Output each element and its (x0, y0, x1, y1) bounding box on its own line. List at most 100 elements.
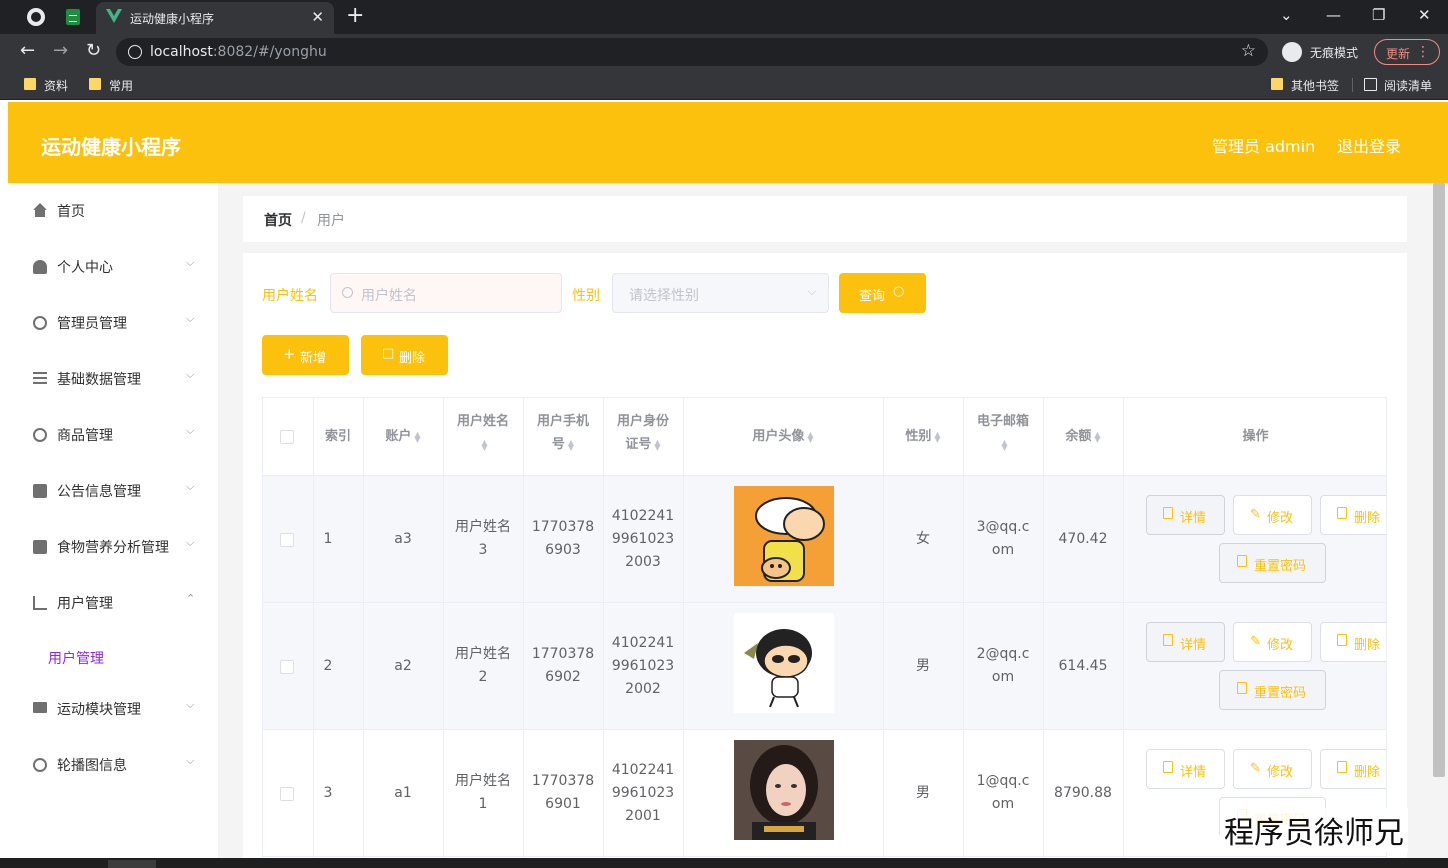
col-index: 索引 (324, 429, 351, 444)
back-icon[interactable]: ← (20, 40, 35, 61)
sidebar-item-personal[interactable]: 个人中心 ⌵ (8, 239, 218, 295)
window-close-icon[interactable]: ✕ (1418, 6, 1431, 24)
sidebar-item-users[interactable]: 用户管理 ⌃ (8, 575, 218, 631)
cell-name: 用户姓名 1 (455, 773, 511, 812)
minimize-icon[interactable]: — (1326, 6, 1341, 24)
col-account[interactable]: 账户 ▲ ▼ (363, 425, 443, 448)
circle-icon (33, 316, 47, 330)
pencil-icon: ✎ (1250, 634, 1261, 649)
select-all-checkbox[interactable] (280, 430, 294, 444)
row-checkbox[interactable] (280, 533, 294, 547)
column-divider (443, 398, 444, 868)
bookmarks-bar: 资料 常用 其他书签 阅读清单 (0, 70, 1448, 100)
incognito-icon[interactable] (1282, 42, 1302, 62)
cell-email: 2@qq.c om (976, 646, 1030, 685)
pencil-icon: ✎ (1250, 507, 1261, 522)
table-row: 2 a2 用户姓名 2 1770378 6902 4102241 9961023 200… (263, 603, 1386, 730)
url-input[interactable]: localhost:8082/#/yonghu ☆ (116, 38, 1268, 66)
tab-title: 运动健康小程序 (130, 12, 215, 26)
sidebar-item-home[interactable]: 首页 (8, 183, 218, 239)
reset-password-button[interactable]: 重置密码 (1219, 543, 1326, 583)
detail-button[interactable]: 详情 (1146, 622, 1225, 662)
clipboard-icon (33, 484, 47, 498)
sidebar-item-sports[interactable]: 运动模块管理 ⌵ (8, 681, 218, 737)
name-search-input[interactable]: 用户姓名 (330, 273, 562, 313)
users-table: 索引 账户 ▲ ▼ 用户姓名 ▲ ▼ 用户手机号 ▲ ▼ 用户身份 证号 ▲ ▼ 用户头像 ▲ ▼ 性… (262, 397, 1387, 868)
col-idcard[interactable]: 用户身份 证号 ▲ ▼ (603, 410, 683, 456)
col-name[interactable]: 用户姓名 ▲ ▼ (443, 410, 523, 456)
logout-link[interactable]: 退出登录 (1337, 133, 1401, 157)
forward-icon[interactable]: → (53, 40, 68, 61)
update-button[interactable]: 更新 (1374, 39, 1440, 65)
detail-button[interactable]: 详情 (1146, 495, 1225, 535)
page-scrollbar[interactable] (1433, 183, 1445, 777)
table-header-row: 索引 账户 ▲ ▼ 用户姓名 ▲ ▼ 用户手机号 ▲ ▼ 用户身份 证号 ▲ ▼ 用户头像 ▲ ▼ 性… (263, 398, 1386, 476)
delete-button[interactable]: □ 删除 (361, 335, 448, 375)
gender-filter-label: 性别 (572, 288, 600, 304)
row-delete-button[interactable]: 删除 (1320, 495, 1386, 535)
sidebar-item-basedata[interactable]: 基础数据管理 ⌵ (8, 351, 218, 407)
col-avatar[interactable]: 用户头像 ▲ ▼ (683, 425, 883, 448)
column-divider (1043, 398, 1044, 868)
reading-list[interactable]: 阅读清单 (1364, 77, 1432, 94)
column-divider (683, 398, 684, 868)
tab-close-icon[interactable]: ✕ (311, 8, 324, 26)
row-checkbox[interactable] (280, 787, 294, 801)
sidebar-subitem-users[interactable]: 用户管理 (48, 648, 104, 668)
reset-password-button[interactable]: 重置密码 (1219, 670, 1326, 710)
sort-icon: ▲ ▼ (1094, 429, 1101, 444)
cell-account: a2 (394, 658, 412, 674)
bookmark-folder[interactable]: 资料 (24, 77, 68, 94)
row-checkbox[interactable] (280, 660, 294, 674)
info-icon[interactable] (128, 45, 142, 59)
add-button[interactable]: + 新增 (262, 335, 349, 375)
bookmark-folder[interactable]: 常用 (89, 77, 133, 94)
col-balance[interactable]: 余额 ▲ ▼ (1043, 425, 1123, 448)
detail-button[interactable]: 详情 (1146, 749, 1225, 789)
sort-icon: ▲ ▼ (414, 429, 421, 444)
row-delete-button[interactable]: 删除 (1320, 622, 1386, 662)
sheets-tab-icon[interactable] (66, 9, 80, 25)
breadcrumb-home[interactable]: 首页 (264, 210, 292, 230)
cell-email: 1@qq.c om (976, 773, 1030, 812)
cell-gender: 女 (916, 531, 930, 547)
column-divider (363, 398, 364, 868)
other-bookmarks[interactable]: 其他书签 (1271, 77, 1339, 94)
cell-account: a1 (394, 785, 412, 801)
bookmark-star-icon[interactable]: ☆ (1241, 41, 1256, 61)
col-email[interactable]: 电子邮箱 ▲ ▼ (963, 410, 1043, 456)
sidebar-item-label: 用户管理 (57, 596, 113, 612)
tab-search-chevron-icon[interactable]: ⌄ (1280, 6, 1293, 24)
cell-index: 2 (323, 658, 333, 674)
edit-button[interactable]: ✎ 修改 (1233, 495, 1312, 535)
col-phone[interactable]: 用户手机号 ▲ ▼ (523, 410, 603, 456)
chart-icon (33, 596, 47, 610)
cell-balance: 8790.88 (1054, 785, 1112, 801)
sidebar-item-nutrition[interactable]: 食物营养分析管理 ⌵ (8, 519, 218, 575)
active-tab[interactable]: 运动健康小程序 ✕ (96, 2, 334, 34)
sidebar-item-notices[interactable]: 公告信息管理 ⌵ (8, 463, 218, 519)
sort-icon: ▲ ▼ (481, 437, 488, 452)
sidebar-item-goods[interactable]: 商品管理 ⌵ (8, 407, 218, 463)
globe-tab-icon[interactable] (27, 8, 45, 26)
row-delete-button[interactable]: 删除 (1320, 749, 1386, 789)
gender-select[interactable]: 请选择性别 ⌵ (612, 273, 829, 313)
edit-button[interactable]: ✎ 修改 (1233, 749, 1312, 789)
column-divider (603, 398, 604, 868)
sidebar-item-admins[interactable]: 管理员管理 ⌵ (8, 295, 218, 351)
avatar[interactable] (734, 613, 834, 713)
avatar[interactable] (734, 486, 834, 586)
query-button[interactable]: 查询 ○ (839, 273, 926, 313)
edit-button[interactable]: ✎ 修改 (1233, 622, 1312, 662)
restore-icon[interactable]: ❐ (1372, 6, 1385, 24)
url-text: localhost:8082/#/yonghu (150, 44, 327, 60)
new-tab-icon[interactable]: + (346, 3, 364, 28)
avatar[interactable] (734, 740, 834, 840)
clock-icon (33, 758, 47, 772)
reload-icon[interactable]: ↻ (86, 40, 101, 61)
watermark: 程序员徐师兄 (1220, 808, 1408, 852)
name-filter-label: 用户姓名 (262, 288, 318, 304)
chevron-up-icon: ⌃ (186, 592, 196, 605)
sidebar-item-carousel[interactable]: 轮播图信息 ⌵ (8, 737, 218, 793)
col-gender[interactable]: 性别 ▲ ▼ (883, 425, 963, 448)
